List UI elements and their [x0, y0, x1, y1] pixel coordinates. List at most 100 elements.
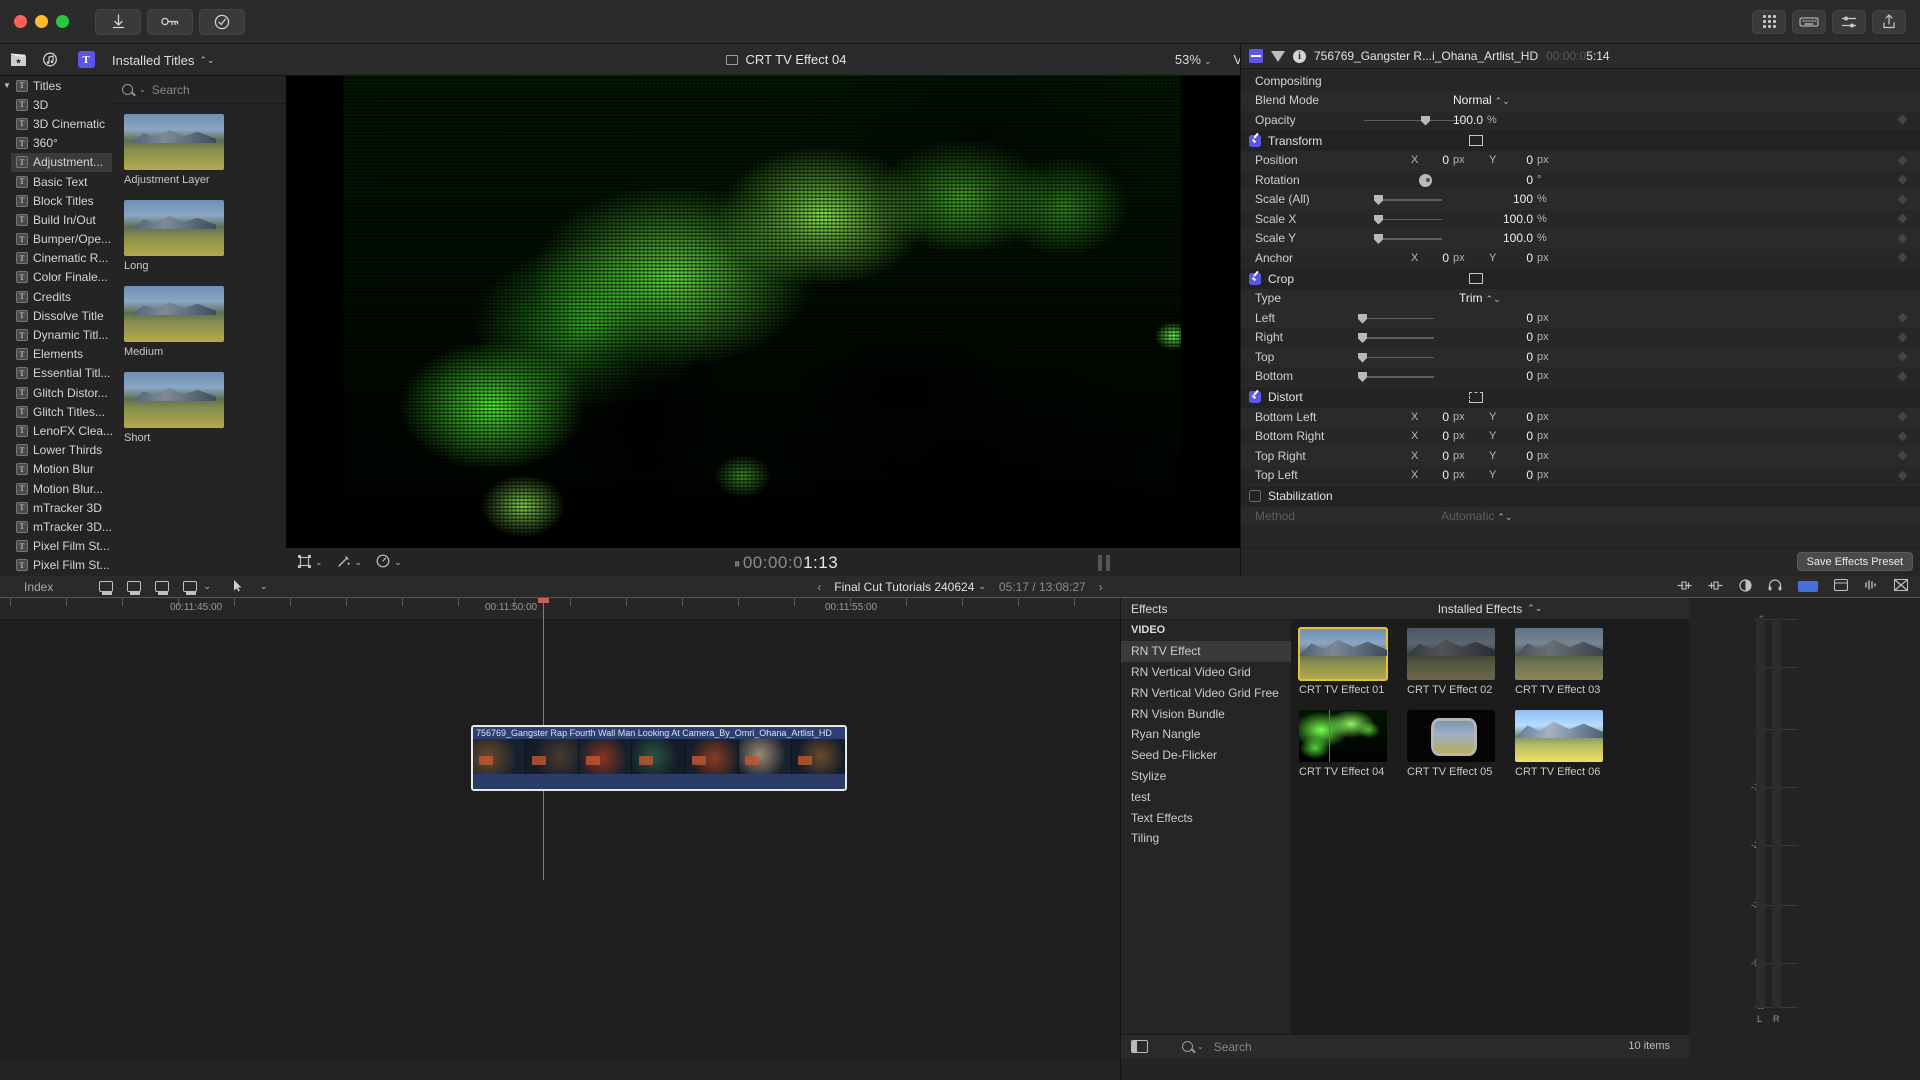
sidebar-toggle-icon[interactable] — [1131, 1040, 1148, 1053]
effects-category-tiling[interactable]: Tiling — [1121, 828, 1291, 849]
opacity-value[interactable]: 100.0 — [1449, 113, 1483, 127]
sidebar-item-mtracker-3d[interactable]: TmTracker 3D — [11, 498, 112, 517]
effect-thumbnail[interactable] — [1298, 627, 1388, 681]
effect-thumbnail[interactable] — [1407, 628, 1495, 680]
transform-anchor-y-value[interactable]: 0 — [1451, 251, 1533, 265]
transform-scale-x-slider-track[interactable] — [1380, 218, 1442, 220]
disclosure-triangle-icon[interactable]: ▼ — [3, 81, 11, 90]
trim-icon[interactable] — [1708, 579, 1723, 594]
video-inspector-icon[interactable] — [1249, 49, 1263, 63]
effects-category-text-effects[interactable]: Text Effects — [1121, 807, 1291, 828]
crop-top-slider-knob[interactable] — [1358, 352, 1367, 363]
effects-category-rn-vertical-video-grid-free[interactable]: RN Vertical Video Grid Free — [1121, 682, 1291, 703]
keyboard-icon[interactable] — [1792, 9, 1826, 34]
keyframe-diamond-icon[interactable] — [1897, 155, 1908, 166]
effect-thumbnail[interactable] — [1515, 628, 1603, 680]
effects-thumbnail-grid[interactable]: CRT TV Effect 01 CRT TV Effect 02 CRT TV E… — [1291, 620, 1689, 1058]
transform-onscreen-control-icon[interactable] — [1469, 135, 1483, 146]
rotation-dial[interactable] — [1419, 173, 1432, 187]
effects-category-rn-vision-bundle[interactable]: RN Vision Bundle — [1121, 703, 1291, 724]
timeline-canvas[interactable] — [0, 620, 1120, 1060]
crop-bottom-value[interactable]: 0 — [1451, 369, 1533, 383]
effect-thumbnail[interactable] — [1299, 710, 1387, 762]
sidebar-item-build-in-out[interactable]: T Build In/Out — [11, 210, 112, 229]
transform-anchor-row[interactable]: Anchor X 0 px Y 0 px — [1241, 248, 1920, 268]
distort-bottom-right-row[interactable]: Bottom Right X 0 px Y 0 px — [1241, 427, 1920, 447]
sidebar-item-3d[interactable]: T 3D — [11, 95, 112, 114]
prev-project-arrow[interactable]: ‹ — [817, 580, 821, 594]
effect-item[interactable]: CRT TV Effect 05 — [1407, 710, 1503, 778]
timeline-clip[interactable]: 756769_Gangster Rap Fourth Wall Man Look… — [471, 725, 847, 791]
sidebar-item-cinematic-r[interactable]: T Cinematic R... — [11, 249, 112, 268]
timeline-view-icon[interactable] — [183, 581, 198, 595]
title-thumbnail-item[interactable]: Short — [124, 372, 286, 444]
chevron-down-icon[interactable]: ⌄ — [394, 557, 402, 568]
blend-mode-value[interactable]: Normal ⌃⌄ — [1453, 93, 1510, 107]
stabilization-group-header[interactable]: Stabilization — [1241, 485, 1920, 507]
browser-search-bar[interactable]: ⌄ Search — [112, 76, 286, 104]
sidebar-item-credits[interactable]: T Credits — [11, 287, 112, 306]
timeline-appearance-icon[interactable] — [99, 581, 114, 595]
distort-top-left-row[interactable]: Top Left X 0 px Y 0 px — [1241, 466, 1920, 486]
transform-scale-y-row[interactable]: Scale Y 100.0% — [1241, 229, 1920, 249]
keyframe-diamond-icon[interactable] — [1897, 450, 1908, 461]
next-project-arrow[interactable]: › — [1099, 580, 1103, 594]
transform-scale-y-slider-track[interactable] — [1380, 238, 1442, 240]
title-thumbnail-item[interactable]: Long — [124, 200, 286, 272]
keyframe-diamond-icon[interactable] — [1897, 371, 1908, 382]
chevron-down-icon[interactable]: ⌄ — [1197, 1042, 1204, 1051]
audio-meters-icon[interactable] — [1864, 579, 1878, 594]
effects-category-stylize[interactable]: Stylize — [1121, 766, 1291, 787]
viewer-canvas[interactable] — [286, 76, 1286, 548]
crop-bottom-slider-track[interactable] — [1364, 376, 1434, 378]
transform-position-row[interactable]: Position X 0 px Y 0 px — [1241, 151, 1920, 171]
opacity-slider-knob[interactable] — [1421, 115, 1430, 126]
crop-group-header[interactable]: Crop — [1241, 268, 1920, 289]
thumbnail-image[interactable] — [124, 114, 224, 170]
headphone-icon[interactable] — [1768, 579, 1782, 594]
effects-search-input[interactable]: Search — [1214, 1040, 1252, 1054]
thumbnail-image[interactable] — [124, 286, 224, 342]
sidebar-item-lenofx-clea[interactable]: T LenoFX Clea... — [11, 421, 112, 440]
transform-checkbox[interactable] — [1249, 134, 1261, 147]
zoom-dropdown[interactable]: 53% ⌄ — [1175, 52, 1212, 67]
import-media-icon[interactable] — [95, 8, 141, 35]
music-effects-icon[interactable] — [42, 51, 62, 69]
selection-tool-icon[interactable] — [233, 579, 243, 595]
search-placeholder[interactable]: Search — [152, 83, 190, 97]
crop-left-row[interactable]: Left 0 px — [1241, 308, 1920, 328]
sidebar-item-motion-blur[interactable]: T Motion Blur — [11, 460, 112, 479]
transform-scale-x-slider-knob[interactable] — [1374, 214, 1383, 225]
clapperboard-icon[interactable] — [8, 51, 28, 69]
chevron-down-icon[interactable]: ⌄ — [355, 557, 363, 568]
distort-checkbox[interactable] — [1249, 391, 1261, 403]
crop-top-value[interactable]: 0 — [1451, 350, 1533, 364]
keyframe-diamond-icon[interactable] — [1897, 312, 1908, 323]
stabilization-checkbox[interactable] — [1249, 490, 1261, 502]
distort-top-right-x-value[interactable]: 0 — [1391, 449, 1449, 463]
keyframe-diamond-icon[interactable] — [1897, 351, 1908, 362]
video-scopes-icon[interactable] — [1833, 578, 1849, 594]
add-icon[interactable] — [1677, 579, 1692, 594]
chevron-down-icon[interactable]: ⌄ — [978, 581, 986, 592]
transform-scale-x-row[interactable]: Scale X 100.0% — [1241, 209, 1920, 229]
titles-icon[interactable]: T — [76, 51, 96, 69]
transform-rotation-row[interactable]: Rotation 0 ° — [1241, 170, 1920, 190]
chevron-down-icon[interactable]: ⌄ — [203, 581, 211, 592]
distort-top-right-row[interactable]: Top Right X 0 px Y 0 px — [1241, 446, 1920, 466]
share-icon[interactable] — [1872, 9, 1906, 34]
check-circle-icon[interactable] — [199, 8, 245, 35]
keyframe-diamond-icon[interactable] — [1897, 252, 1908, 263]
sidebar-item-pixel-film-st[interactable]: T Pixel Film St... — [11, 556, 112, 575]
crop-bottom-slider-knob[interactable] — [1358, 372, 1367, 382]
distort-bottom-left-x-value[interactable]: 0 — [1391, 410, 1449, 424]
crop-left-slider-track[interactable] — [1364, 317, 1434, 319]
keyframe-diamond-icon[interactable] — [1897, 213, 1908, 224]
sidebar-item-glitch-distor[interactable]: T Glitch Distor... — [11, 383, 112, 402]
sidebar-item-adjustment[interactable]: T Adjustment... — [11, 152, 112, 172]
crop-left-value[interactable]: 0 — [1451, 311, 1533, 325]
crop-right-value[interactable]: 0 — [1451, 330, 1533, 344]
installed-effects-dropdown[interactable]: Installed Effects ⌃⌄ — [1291, 598, 1689, 620]
transform-scale-all-row[interactable]: Scale (All) 100% — [1241, 190, 1920, 210]
effect-item[interactable]: CRT TV Effect 02 — [1407, 628, 1503, 696]
